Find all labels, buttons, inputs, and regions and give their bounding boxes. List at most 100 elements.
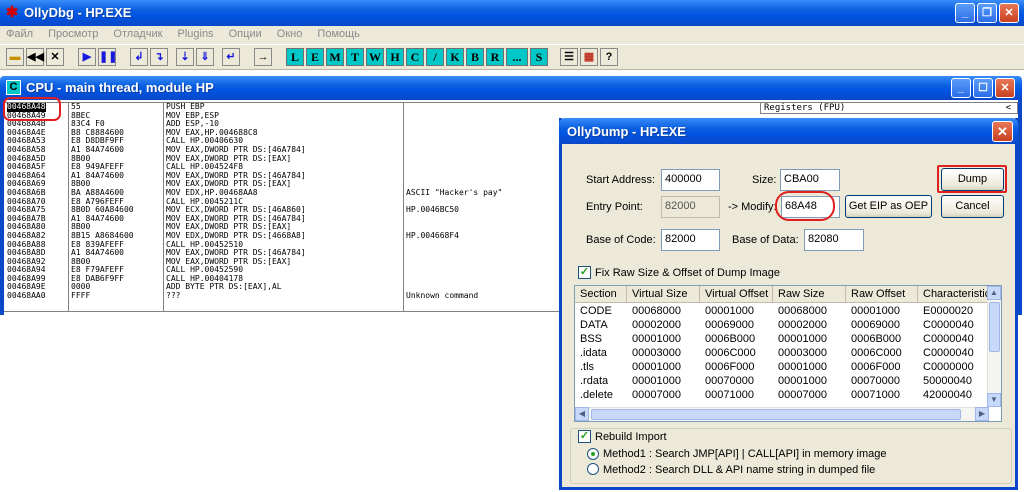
table-cell: E0000020 — [923, 305, 974, 317]
chevron-left-icon[interactable]: < — [1006, 103, 1011, 114]
goto-icon[interactable]: → — [254, 48, 272, 66]
appearance-icon[interactable]: ▦ — [580, 48, 598, 66]
minimize-button[interactable]: _ — [955, 3, 975, 23]
threads-button[interactable]: T — [346, 48, 364, 66]
vertical-scrollbar[interactable]: ▲ ▼ — [987, 286, 1001, 407]
open-folder-icon[interactable]: ▬ — [6, 48, 24, 66]
column-header-virtual-size[interactable]: Virtual Size — [627, 286, 700, 303]
run-icon[interactable]: ▶ — [78, 48, 96, 66]
trace-over-icon[interactable]: ⇓ — [196, 48, 214, 66]
trace-into-icon[interactable]: ⇣ — [176, 48, 194, 66]
menu-help[interactable]: Помощь — [311, 26, 366, 40]
scroll-right-icon[interactable]: ▶ — [975, 407, 989, 421]
execute-till-return-icon[interactable]: ↵ — [222, 48, 240, 66]
table-cell: 0006B000 — [851, 333, 902, 345]
breakpoints-button[interactable]: B — [466, 48, 484, 66]
menu-bar: Файл Просмотр Отладчик Plugins Опции Окн… — [0, 26, 1024, 44]
table-row[interactable]: CODE 00068000 00001000 00068000 00001000 E000… — [575, 304, 989, 318]
rewind-icon[interactable]: ◀◀ — [26, 48, 44, 66]
menu-options[interactable]: Опции — [223, 26, 268, 40]
pause-icon[interactable]: ❚❚ — [98, 48, 117, 66]
scroll-up-icon[interactable]: ▲ — [987, 286, 1001, 300]
table-cell: 00001000 — [778, 375, 827, 387]
references-button[interactable]: R — [486, 48, 504, 66]
start-address-field[interactable]: 400000 — [661, 169, 720, 191]
scroll-down-icon[interactable]: ▼ — [987, 393, 1001, 407]
column-header-virtual-offset[interactable]: Virtual Offset — [700, 286, 773, 303]
table-row[interactable]: .idata 00003000 0006C000 00003000 0006C000 C0… — [575, 346, 989, 360]
cpu-maximize-button[interactable]: ☐ — [973, 78, 993, 98]
method1-radio[interactable] — [587, 448, 599, 460]
call-stack-button[interactable]: K — [446, 48, 464, 66]
main-titlebar[interactable]: ✱ OllyDbg - HP.EXE _ ❐ ✕ — [0, 0, 1024, 26]
ollydump-titlebar[interactable]: OllyDump - HP.EXE ✕ — [559, 118, 1018, 144]
column-header-raw-offset[interactable]: Raw Offset — [846, 286, 918, 303]
scroll-left-icon[interactable]: ◀ — [575, 407, 589, 421]
column-header-section[interactable]: Section — [575, 286, 627, 303]
patches-button[interactable]: / — [426, 48, 444, 66]
disasm-comment: HP.004668F4 — [406, 230, 459, 240]
log-window-button[interactable]: L — [286, 48, 304, 66]
method1-label: Method1 : Search JMP[API] | CALL[API] in… — [603, 448, 887, 460]
table-cell: C0000040 — [923, 333, 974, 345]
modules-button[interactable]: E — [306, 48, 324, 66]
base-of-code-field[interactable]: 82000 — [661, 229, 720, 251]
memory-map-button[interactable]: M — [326, 48, 344, 66]
close-button[interactable]: ✕ — [999, 3, 1019, 23]
table-row[interactable]: .rdata 00001000 00070000 00001000 00070000 50… — [575, 374, 989, 388]
get-eip-as-oep-button[interactable]: Get EIP as OEP — [845, 195, 932, 218]
menu-plugins[interactable]: Plugins — [171, 26, 219, 40]
cpu-button[interactable]: C — [406, 48, 424, 66]
restore-button[interactable]: ❐ — [977, 3, 997, 23]
method2-radio[interactable] — [587, 463, 599, 475]
table-cell: 00001000 — [778, 333, 827, 345]
step-into-icon[interactable]: ↲ — [130, 48, 148, 66]
rebuild-import-checkbox[interactable]: ✓ — [578, 430, 591, 443]
entry-point-label: Entry Point: — [586, 201, 643, 213]
table-row[interactable]: BSS 00001000 0006B000 00001000 0006B000 C0000… — [575, 332, 989, 346]
size-field[interactable]: CBA00 — [780, 169, 840, 191]
cpu-close-button[interactable]: ✕ — [995, 78, 1015, 98]
registers-pane-header[interactable]: Registers (FPU) < — [760, 102, 1018, 114]
list-icon[interactable]: ☰ — [560, 48, 578, 66]
horizontal-scrollbar[interactable]: ◀ ▶ — [575, 407, 989, 421]
fix-raw-size-checkbox[interactable]: ✓ — [578, 266, 591, 279]
method2-label: Method2 : Search DLL & API name string i… — [603, 464, 876, 476]
menu-view[interactable]: Просмотр — [42, 26, 104, 40]
table-row[interactable]: .delete 00007000 00071000 00007000 00071000 4… — [575, 388, 989, 402]
table-cell: 00001000 — [632, 375, 681, 387]
menu-debug[interactable]: Отладчик — [107, 26, 168, 40]
disasm-instruction: ADD BYTE PTR DS:[EAX],AL — [166, 282, 282, 292]
cancel-button[interactable]: Cancel — [941, 195, 1004, 218]
radio-selected-dot — [591, 452, 595, 456]
menu-window[interactable]: Окно — [271, 26, 309, 40]
table-row[interactable]: .tls 00001000 0006F000 00001000 0006F000 C000… — [575, 360, 989, 374]
scroll-thumb[interactable] — [591, 409, 961, 420]
disasm-instruction: ??? — [166, 291, 181, 301]
menu-file[interactable]: Файл — [0, 26, 39, 40]
table-cell: .rdata — [580, 375, 609, 387]
cpu-minimize-button[interactable]: _ — [951, 78, 971, 98]
base-of-data-field[interactable]: 82080 — [804, 229, 864, 251]
table-cell: 0006B000 — [705, 333, 756, 345]
column-header-raw-size[interactable]: Raw Size — [773, 286, 846, 303]
source-button[interactable]: S — [530, 48, 548, 66]
table-cell: 0006F000 — [705, 361, 755, 373]
handles-button[interactable]: H — [386, 48, 404, 66]
dialog-close-button[interactable]: ✕ — [992, 121, 1013, 142]
disasm-row[interactable]: 00468A48 55 PUSH EBP — [4, 103, 760, 112]
column-header-characteristic[interactable]: Characteristic — [918, 286, 989, 303]
step-over-icon[interactable]: ↴ — [150, 48, 168, 66]
close-program-icon[interactable]: ✕ — [46, 48, 64, 66]
table-cell: 00068000 — [778, 305, 827, 317]
table-row[interactable]: DATA 00002000 00069000 00002000 00069000 C000… — [575, 318, 989, 332]
sections-table-header: Section Virtual Size Virtual Offset Raw … — [575, 286, 989, 303]
help-icon[interactable]: ? — [600, 48, 618, 66]
cpu-window-titlebar[interactable]: C CPU - main thread, module HP _ ☐ ✕ — [0, 76, 1022, 100]
sections-table[interactable]: Section Virtual Size Virtual Offset Raw … — [574, 285, 1002, 422]
scroll-thumb[interactable] — [989, 302, 1000, 352]
table-cell: 00069000 — [705, 319, 754, 331]
windows-button[interactable]: W — [366, 48, 384, 66]
table-cell: CODE — [580, 305, 612, 317]
run-trace-button[interactable]: ... — [506, 48, 528, 66]
